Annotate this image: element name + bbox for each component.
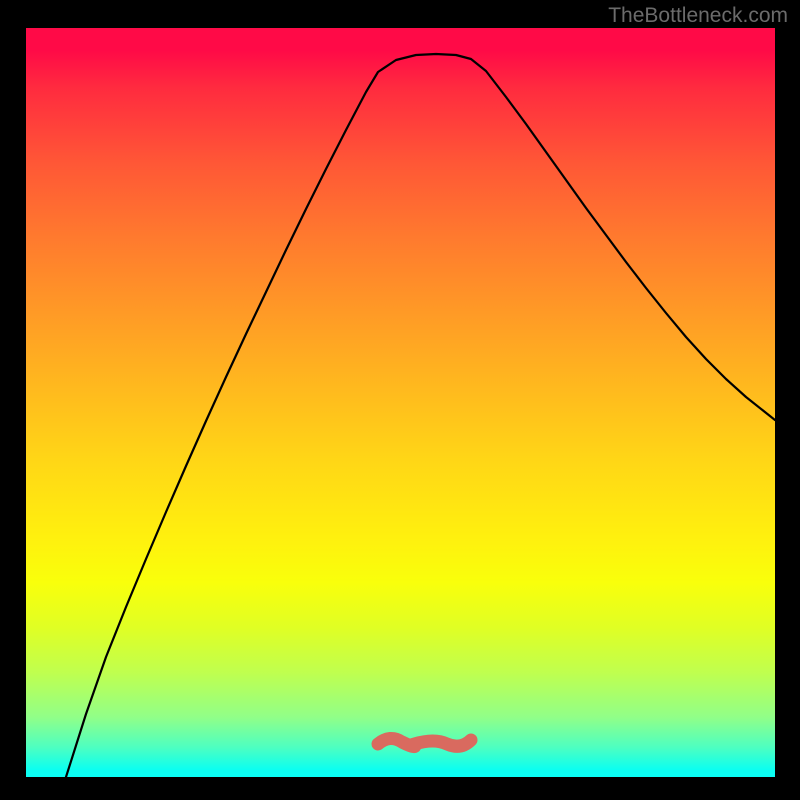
bottleneck-curve [26,28,775,777]
watermark-text: TheBottleneck.com [608,4,788,28]
chart-frame [26,28,775,777]
